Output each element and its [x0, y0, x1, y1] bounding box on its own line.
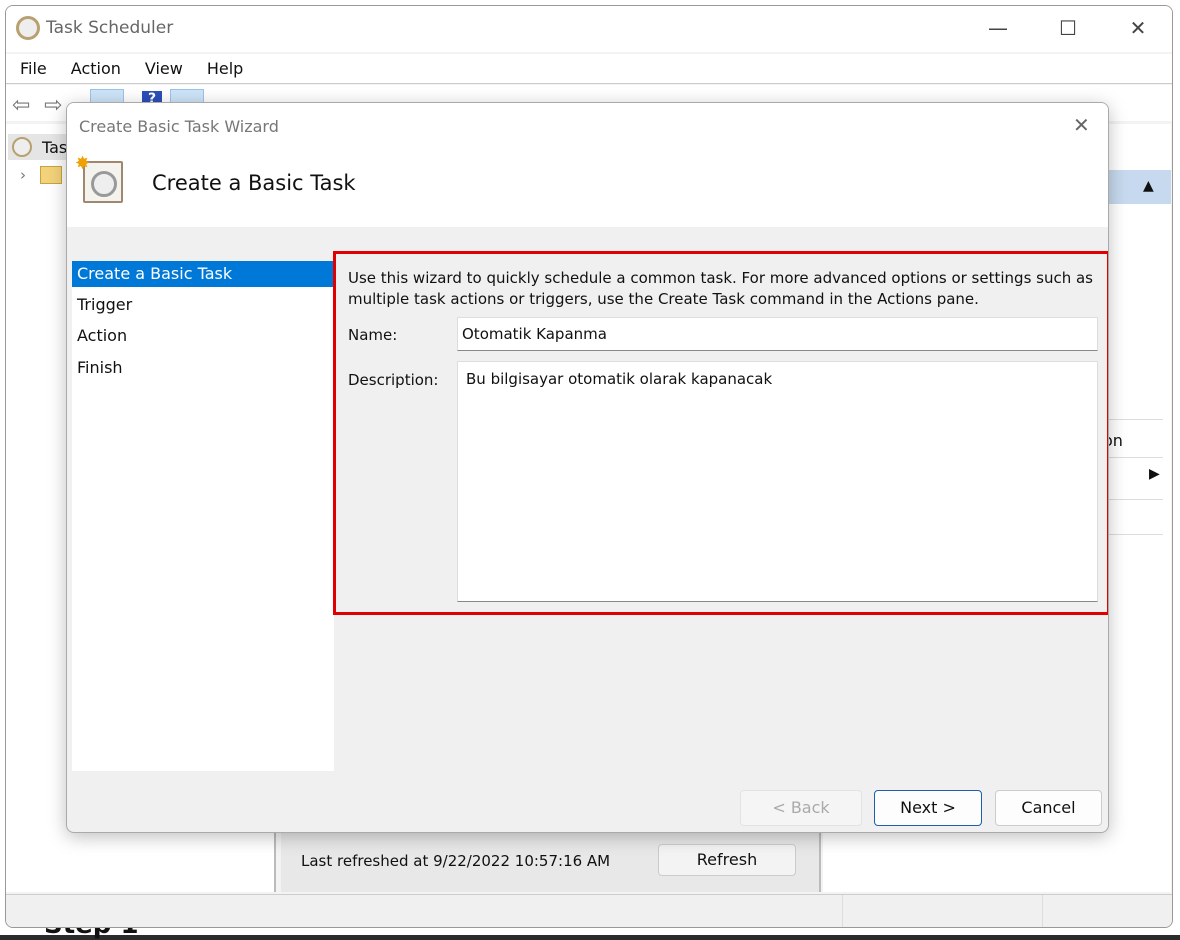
status-bar: [6, 894, 1172, 927]
status-divider: [842, 895, 843, 927]
maximize-button[interactable]: ☐: [1048, 14, 1088, 42]
wizard-steps: Create a Basic Task Trigger Action Finis…: [72, 261, 334, 771]
clock-icon: [16, 16, 40, 40]
expand-chevron-icon[interactable]: ›: [20, 166, 26, 184]
forward-arrow-icon[interactable]: ⇨: [44, 93, 62, 118]
menu-help[interactable]: Help: [207, 54, 243, 84]
status-divider: [1042, 895, 1043, 927]
clock-icon: [12, 137, 32, 157]
dialog-close-button[interactable]: ✕: [1073, 113, 1090, 137]
submenu-arrow-icon[interactable]: ▶: [1149, 466, 1160, 482]
description-label: Description:: [348, 371, 439, 389]
menu-view[interactable]: View: [145, 54, 183, 84]
clock-icon: [91, 171, 117, 197]
title-bar: Task Scheduler — ☐ ✕: [6, 6, 1172, 52]
create-basic-task-wizard: Create Basic Task Wizard ✕ ✸ Create a Ba…: [66, 102, 1109, 833]
next-button[interactable]: Next >: [874, 790, 982, 826]
sun-sparkle-icon: ✸: [75, 153, 91, 174]
close-button[interactable]: ✕: [1118, 14, 1158, 42]
wizard-intro-text: Use this wizard to quickly schedule a co…: [348, 269, 1093, 308]
step-action[interactable]: Action: [72, 323, 334, 349]
name-input[interactable]: Otomatik Kapanma: [457, 317, 1098, 351]
back-arrow-icon[interactable]: ⇦: [12, 93, 30, 118]
description-value: Bu bilgisayar otomatik olarak kapanacak: [466, 370, 773, 388]
name-label: Name:: [348, 326, 398, 344]
step-create-basic-task[interactable]: Create a Basic Task: [72, 261, 334, 287]
collapse-arrow-icon[interactable]: ▲: [1143, 178, 1154, 194]
wizard-title: Create Basic Task Wizard: [79, 117, 279, 136]
wizard-header: Create Basic Task Wizard ✕ ✸ Create a Ba…: [67, 103, 1108, 227]
wizard-heading: Create a Basic Task: [152, 171, 356, 195]
step-finish[interactable]: Finish: [72, 355, 334, 381]
menu-file[interactable]: File: [20, 54, 47, 84]
minimize-button[interactable]: —: [978, 14, 1018, 42]
tree-root-label: Tas: [42, 138, 68, 157]
menu-bar: File Action View Help: [6, 54, 1172, 84]
description-textarea[interactable]: Bu bilgisayar otomatik olarak kapanacak: [457, 361, 1098, 602]
menu-action[interactable]: Action: [71, 54, 121, 84]
refresh-button[interactable]: Refresh: [658, 844, 796, 876]
window-title: Task Scheduler: [46, 18, 174, 38]
name-value: Otomatik Kapanma: [462, 325, 607, 343]
highlight-box: Use this wizard to quickly schedule a co…: [333, 251, 1108, 615]
cancel-button[interactable]: Cancel: [995, 790, 1102, 826]
back-button[interactable]: < Back: [740, 790, 862, 826]
folder-icon: [40, 166, 62, 184]
step-trigger[interactable]: Trigger: [72, 292, 334, 318]
last-refreshed-text: Last refreshed at 9/22/2022 10:57:16 AM: [301, 852, 611, 870]
